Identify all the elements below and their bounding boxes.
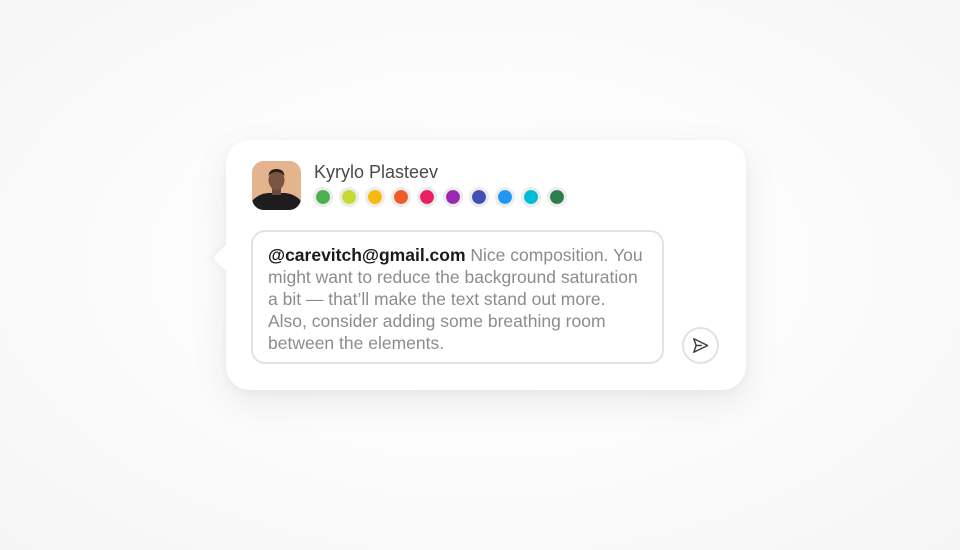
- color-swatch-cyan[interactable]: [521, 187, 541, 207]
- user-photo: [252, 161, 301, 210]
- color-swatch-yellow[interactable]: [365, 187, 385, 207]
- color-swatch-lime[interactable]: [339, 187, 359, 207]
- color-swatch-orange[interactable]: [391, 187, 411, 207]
- color-swatch-blue[interactable]: [495, 187, 515, 207]
- color-swatch-indigo[interactable]: [469, 187, 489, 207]
- comment-input[interactable]: @carevitch@gmail.com Nice composition. Y…: [251, 230, 664, 364]
- avatar: [252, 161, 301, 210]
- comment-popover: Kyrylo Plasteev @carevitch@gmail.com Nic…: [226, 140, 746, 390]
- mention-email: @carevitch@gmail.com: [268, 245, 466, 265]
- color-swatch-pink[interactable]: [417, 187, 437, 207]
- user-name: Kyrylo Plasteev: [314, 162, 439, 182]
- color-swatch-purple[interactable]: [443, 187, 463, 207]
- color-swatch-dark-green[interactable]: [547, 187, 567, 207]
- color-picker: [313, 187, 567, 207]
- color-swatch-green[interactable]: [313, 187, 333, 207]
- send-icon: [693, 338, 709, 353]
- send-button[interactable]: [682, 327, 719, 364]
